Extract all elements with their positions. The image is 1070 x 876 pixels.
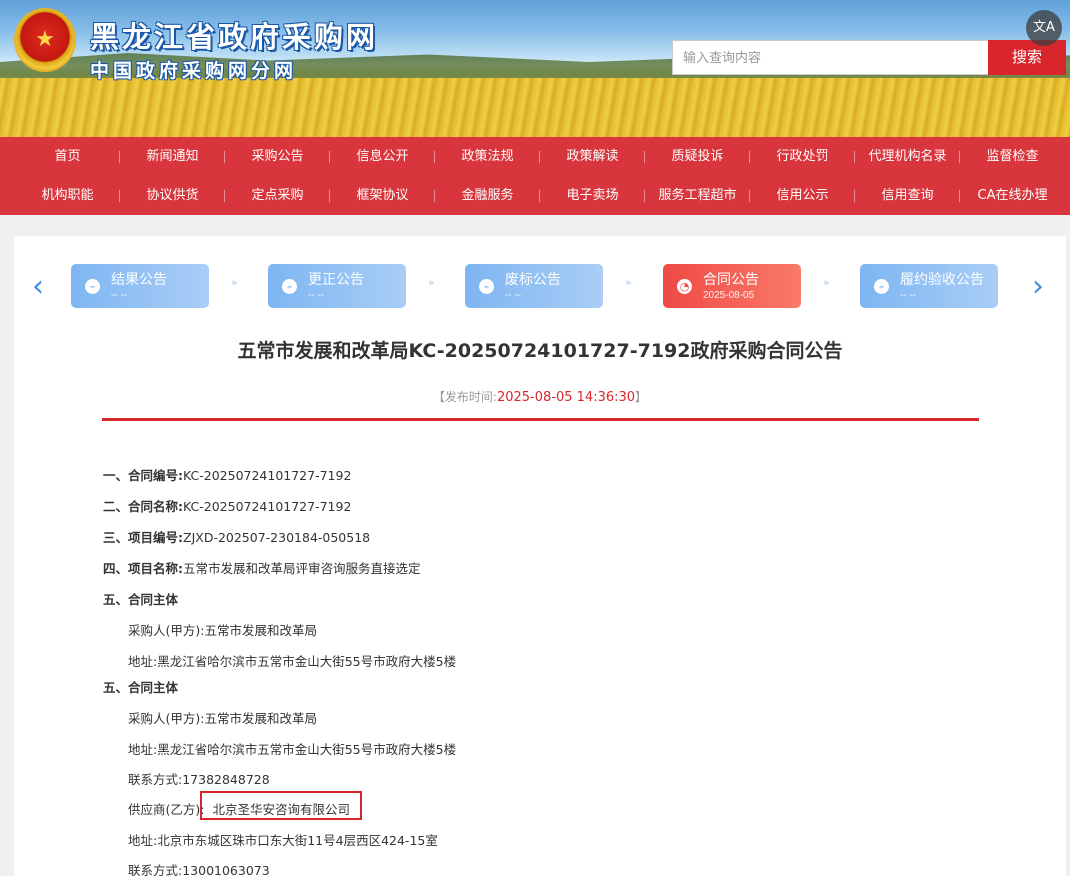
chevron-right-icon[interactable]: › xyxy=(1032,272,1044,302)
nav-item-framework-agreement[interactable]: 框架协议 xyxy=(330,176,435,215)
minus-icon: – xyxy=(874,279,889,294)
nav-item-credit-query[interactable]: 信用查询 xyxy=(855,176,960,215)
double-chevron-icon: ›› xyxy=(625,276,632,289)
project-number: 三、项目编号:ZJXD-202507-230184-050518 xyxy=(103,530,371,545)
banner-wheat-field xyxy=(0,78,1070,137)
nav-item-functions[interactable]: 机构职能 xyxy=(15,176,120,215)
step-contract-notice[interactable]: ◔ 合同公告 2025-08-05 xyxy=(663,264,801,308)
nav-item-news[interactable]: 新闻通知 xyxy=(120,137,225,176)
double-chevron-icon: ›› xyxy=(231,276,238,289)
step-acceptance-notice[interactable]: – 履约验收公告 -- -- xyxy=(860,264,998,308)
purchaser-line-2: 采购人(甲方):五常市发展和改革局 xyxy=(128,711,317,726)
main-nav: 首页 新闻通知 采购公告 信息公开 政策法规 政策解读 质疑投诉 行政处罚 代理… xyxy=(0,137,1070,215)
supplier-highlight-box xyxy=(200,791,362,820)
minus-icon: – xyxy=(479,279,494,294)
contract-name: 二、合同名称:KC-20250724101727-7192 xyxy=(103,499,352,514)
nav-item-supervision[interactable]: 监督检查 xyxy=(960,137,1065,176)
header-banner: ★ 黑龙江省政府采购网 中国政府采购网分网 输入查询内容 搜索 文A xyxy=(0,0,1070,137)
nav-item-agency-directory[interactable]: 代理机构名录 xyxy=(855,137,960,176)
nav-item-designated-purchase[interactable]: 定点采购 xyxy=(225,176,330,215)
nav-item-credit-publicity[interactable]: 信用公示 xyxy=(750,176,855,215)
step-result-notice[interactable]: – 结果公告 -- -- xyxy=(71,264,209,308)
nav-item-service-market[interactable]: 服务工程超市 xyxy=(645,176,750,215)
nav-row-1: 首页 新闻通知 采购公告 信息公开 政策法规 政策解读 质疑投诉 行政处罚 代理… xyxy=(15,137,1065,176)
contract-parties-heading-2: 五、合同主体 xyxy=(103,680,179,695)
translate-icon[interactable]: 文A xyxy=(1026,10,1062,46)
supplier-contact: 联系方式:13001063073 xyxy=(128,863,270,876)
search-input[interactable]: 输入查询内容 xyxy=(672,40,990,75)
nav-item-home[interactable]: 首页 xyxy=(15,137,120,176)
site-subtitle: 中国政府采购网分网 xyxy=(90,60,298,82)
national-emblem-icon: ★ xyxy=(14,8,76,72)
search-button[interactable]: 搜索 xyxy=(988,40,1066,75)
chevron-left-icon[interactable]: ‹ xyxy=(32,272,44,302)
step-correction-notice[interactable]: – 更正公告 -- -- xyxy=(268,264,406,308)
purchaser-address-2: 地址:黑龙江省哈尔滨市五常市金山大街55号市政府大楼5楼 xyxy=(128,742,457,757)
nav-item-penalties[interactable]: 行政处罚 xyxy=(750,137,855,176)
nav-item-agreement-supply[interactable]: 协议供货 xyxy=(120,176,225,215)
supplier-address: 地址:北京市东城区珠市口东大街11号4层西区424-15室 xyxy=(128,833,438,848)
project-name: 四、项目名称:五常市发展和改革局评审咨询服务直接选定 xyxy=(103,561,421,576)
nav-item-policy-interpretation[interactable]: 政策解读 xyxy=(540,137,645,176)
purchaser-contact: 联系方式:17382848728 xyxy=(128,772,270,787)
purchaser-line: 采购人(甲方):五常市发展和改革局 xyxy=(128,623,317,638)
contract-number: 一、合同编号:KC-20250724101727-7192 xyxy=(103,468,352,483)
notice-title: 五常市发展和改革局KC-20250724101727-7192政府采购合同公告 xyxy=(237,340,843,362)
contract-parties-heading: 五、合同主体 xyxy=(103,592,179,607)
double-chevron-icon: ›› xyxy=(428,276,435,289)
publish-time: 【发布时间:2025-08-05 14:36:30】 xyxy=(432,390,648,405)
step-abandoned-notice[interactable]: – 废标公告 -- -- xyxy=(465,264,603,308)
nav-item-complaints[interactable]: 质疑投诉 xyxy=(645,137,750,176)
nav-item-ca-online[interactable]: CA在线办理 xyxy=(960,176,1065,215)
nav-item-procurement-notice[interactable]: 采购公告 xyxy=(225,137,330,176)
clock-icon: ◔ xyxy=(677,279,692,294)
minus-icon: – xyxy=(85,279,100,294)
notice-panel: ‹ – 结果公告 -- -- ›› – 更正公告 -- -- ›› – 废标公告… xyxy=(14,236,1066,876)
nav-item-info-disclosure[interactable]: 信息公开 xyxy=(330,137,435,176)
nav-row-2: 机构职能 协议供货 定点采购 框架协议 金融服务 电子卖场 服务工程超市 信用公… xyxy=(15,176,1065,215)
notice-step-bar: ‹ – 结果公告 -- -- ›› – 更正公告 -- -- ›› – 废标公告… xyxy=(14,260,1066,314)
minus-icon: – xyxy=(282,279,297,294)
publish-time-value: 2025-08-05 14:36:30 xyxy=(496,390,636,405)
site-title: 黑龙江省政府采购网 xyxy=(90,20,379,54)
nav-item-financial-services[interactable]: 金融服务 xyxy=(435,176,540,215)
nav-item-regulations[interactable]: 政策法规 xyxy=(435,137,540,176)
title-divider xyxy=(102,418,979,421)
purchaser-address: 地址:黑龙江省哈尔滨市五常市金山大街55号市政府大楼5楼 xyxy=(128,654,457,669)
nav-item-e-mall[interactable]: 电子卖场 xyxy=(540,176,645,215)
double-chevron-icon: ›› xyxy=(823,276,830,289)
